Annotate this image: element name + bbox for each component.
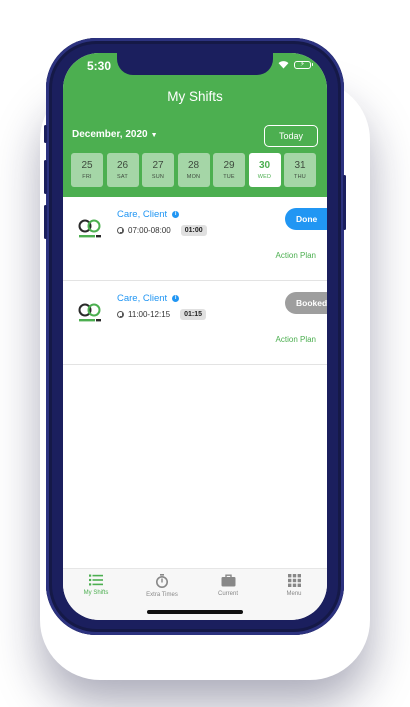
company-logo: [77, 217, 103, 241]
day-weekday: FRI: [82, 174, 92, 180]
action-plan-link[interactable]: Action Plan: [276, 335, 316, 344]
client-label: Care, Client: [117, 209, 168, 220]
side-button: [44, 205, 47, 239]
month-selector[interactable]: December, 2020 ▼: [72, 129, 158, 140]
shift-time: 11:00-12:15 01:15: [117, 309, 207, 320]
home-indicator: [147, 610, 243, 614]
info-icon[interactable]: i: [172, 295, 180, 302]
day-number: 30: [258, 160, 271, 171]
shift-card[interactable]: Care, Client i 11:00-12:15 01:15 Booked Actio…: [63, 281, 327, 365]
day-weekday: TUE: [223, 174, 235, 180]
tab-label: Extra Times: [146, 592, 178, 598]
day-weekday: SUN: [151, 174, 165, 180]
tab-current[interactable]: Current: [195, 574, 261, 597]
clock-icon: [117, 227, 124, 234]
day-weekday: SAT: [117, 174, 128, 180]
day-weekday: MON: [186, 174, 201, 180]
side-button: [343, 175, 346, 230]
grid-icon: [287, 574, 301, 587]
clock-icon: [117, 311, 124, 318]
status-badge[interactable]: Booked: [285, 292, 327, 314]
briefcase-icon: [221, 574, 235, 587]
client-name[interactable]: Care, Client i: [117, 293, 180, 304]
client-label: Care, Client: [117, 293, 168, 304]
day-tile[interactable]: 29 TUE: [213, 153, 245, 187]
shift-card[interactable]: Care, Client i 07:00-08:00 01:00 Done Action …: [63, 197, 327, 281]
day-number: 25: [81, 160, 93, 171]
duration-badge: 01:00: [180, 225, 207, 236]
day-number: 28: [187, 160, 200, 171]
wifi-icon: [278, 61, 289, 69]
tab-label: Menu: [286, 591, 302, 597]
day-strip: 25 FRI 26 SAT 27 SUN 28 MON 29 TUE 30 WED 31 THU: [71, 153, 316, 187]
time-range: 11:00-12:15: [128, 310, 171, 319]
stopwatch-icon: [156, 574, 168, 588]
time-range: 07:00-08:00: [128, 226, 171, 235]
tab-my-shifts[interactable]: My Shifts: [63, 574, 129, 596]
day-weekday: THU: [294, 174, 306, 180]
tab-extra-times[interactable]: Extra Times: [129, 574, 195, 598]
list-icon: [89, 574, 103, 586]
tab-label: Current: [217, 591, 238, 597]
day-number: 26: [116, 160, 129, 171]
tab-label: My Shifts: [83, 590, 109, 596]
app-screen: 5:30 ⚡ My Shifts December, 2020 ▼ Today 2…: [63, 53, 327, 620]
action-plan-link[interactable]: Action Plan: [276, 251, 316, 260]
day-number: 29: [223, 160, 235, 171]
day-tile[interactable]: 25 FRI: [71, 153, 103, 187]
day-tile[interactable]: 27 SUN: [142, 153, 174, 187]
day-number: 27: [152, 160, 164, 171]
company-logo: [77, 301, 103, 325]
today-button[interactable]: Today: [264, 125, 318, 147]
duration-badge: 01:15: [180, 309, 207, 320]
shift-time: 07:00-08:00 01:00: [117, 225, 207, 236]
day-tile[interactable]: 31 THU: [284, 153, 316, 187]
day-tile[interactable]: 28 MON: [177, 153, 210, 187]
day-weekday: WED: [257, 174, 272, 180]
status-time: 5:30: [87, 59, 112, 73]
tab-menu[interactable]: Menu: [261, 574, 327, 597]
side-button: [44, 125, 47, 143]
info-icon[interactable]: i: [172, 211, 180, 218]
phone-notch: [117, 53, 273, 75]
day-tile[interactable]: 26 SAT: [106, 153, 139, 187]
page-title: My Shifts: [167, 89, 223, 104]
day-number: 31: [294, 160, 306, 171]
tab-bar: My Shifts Extra Times Current Menu: [63, 568, 327, 620]
battery-icon: ⚡: [294, 60, 313, 69]
status-icons: ⚡: [278, 60, 313, 69]
day-tile[interactable]: 30 WED: [248, 153, 281, 187]
client-name[interactable]: Care, Client i: [117, 209, 180, 220]
caret-down-icon: ▼: [150, 132, 158, 139]
month-label: December, 2020: [72, 129, 148, 140]
status-badge[interactable]: Done: [285, 208, 327, 230]
side-button: [44, 160, 47, 194]
